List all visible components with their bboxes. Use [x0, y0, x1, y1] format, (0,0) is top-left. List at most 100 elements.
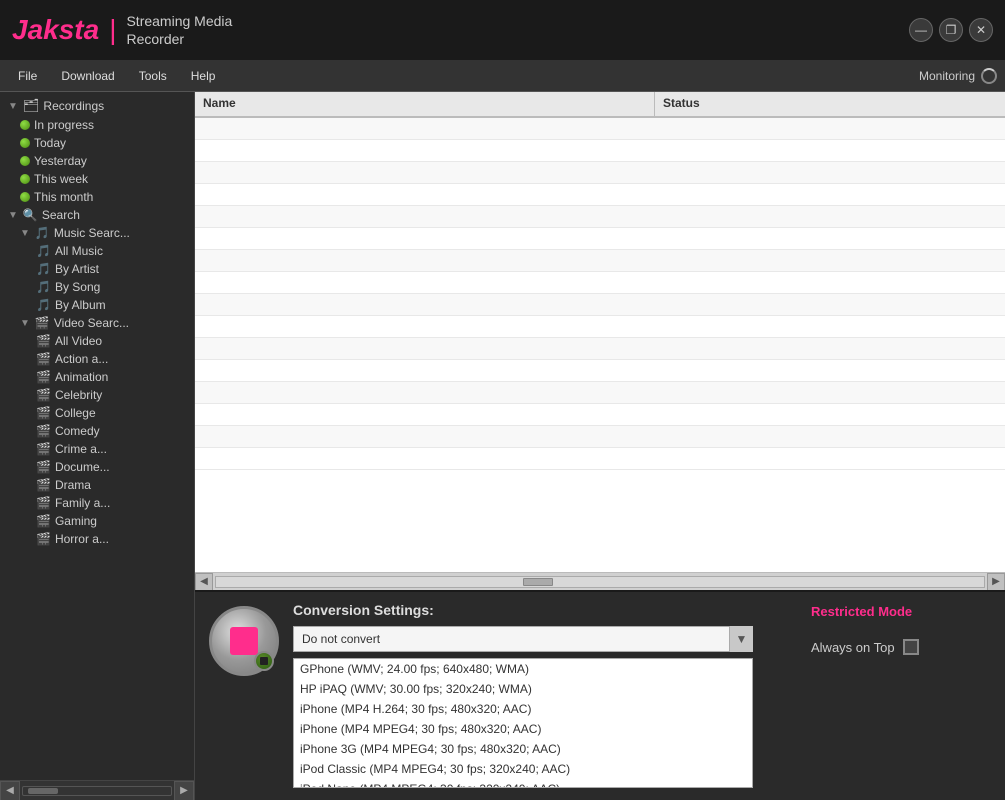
sidebar-item-music-search[interactable]: ▼ 🎵 Music Searc...	[0, 224, 194, 242]
expand-icon: ▼	[20, 228, 30, 239]
menu-download[interactable]: Download	[51, 65, 124, 87]
sidebar-item-all-music[interactable]: 🎵 All Music	[0, 242, 194, 260]
hscroll-track[interactable]	[215, 576, 985, 588]
video-icon: 🎬	[36, 424, 51, 438]
table-row	[195, 272, 1005, 294]
sidebar-item-action[interactable]: 🎬 Action a...	[0, 350, 194, 368]
table-header: Name Status	[195, 92, 1005, 118]
table-row	[195, 316, 1005, 338]
convert-select[interactable]: Do not convert	[293, 626, 753, 652]
sidebar-item-recordings[interactable]: ▼ 🗂 Recordings	[0, 96, 194, 116]
sidebar-item-animation[interactable]: 🎬 Animation	[0, 368, 194, 386]
table-row	[195, 162, 1005, 184]
video-icon: 🎬	[36, 334, 51, 348]
hscrollbar: ◀ ▶	[195, 572, 1005, 590]
table-row	[195, 404, 1005, 426]
menu-items: File Download Tools Help	[8, 65, 225, 87]
restricted-mode-label: Restricted Mode	[811, 604, 912, 619]
video-icon: 🎬	[36, 496, 51, 510]
table-row	[195, 448, 1005, 470]
main-content: ▼ 🗂 Recordings In progress Today Yesterd…	[0, 92, 1005, 800]
sidebar-item-documentary[interactable]: 🎬 Docume...	[0, 458, 194, 476]
sidebar-item-horror[interactable]: 🎬 Horror a...	[0, 530, 194, 548]
sidebar-item-comedy[interactable]: 🎬 Comedy	[0, 422, 194, 440]
recordings-folder-icon: 🗂	[23, 98, 40, 114]
table-row	[195, 140, 1005, 162]
record-icon	[230, 627, 258, 655]
sidebar-item-search[interactable]: ▼ 🔍 Search	[0, 206, 194, 224]
table-row	[195, 338, 1005, 360]
menu-help[interactable]: Help	[181, 65, 226, 87]
video-icon: 🎬	[36, 460, 51, 474]
table-row	[195, 118, 1005, 140]
sidebar-item-celebrity[interactable]: 🎬 Celebrity	[0, 386, 194, 404]
sidebar-hscroll-thumb	[28, 788, 58, 794]
sidebar-scroll-right[interactable]: ▶	[174, 781, 194, 800]
stop-icon	[260, 657, 268, 665]
sidebar-item-crime[interactable]: 🎬 Crime a...	[0, 440, 194, 458]
table-body	[195, 118, 1005, 572]
sidebar-item-by-album[interactable]: 🎵 By Album	[0, 296, 194, 314]
sidebar-item-yesterday[interactable]: Yesterday	[0, 152, 194, 170]
sidebar-item-drama[interactable]: 🎬 Drama	[0, 476, 194, 494]
sidebar-item-in-progress[interactable]: In progress	[0, 116, 194, 134]
sidebar-item-all-video[interactable]: 🎬 All Video	[0, 332, 194, 350]
sidebar-item-family[interactable]: 🎬 Family a...	[0, 494, 194, 512]
sidebar-item-by-artist[interactable]: 🎵 By Artist	[0, 260, 194, 278]
always-on-top-checkbox[interactable]	[903, 639, 919, 655]
sidebar-scroll-left[interactable]: ◀	[0, 781, 20, 800]
convert-option[interactable]: iPhone (MP4 H.264; 30 fps; 480x320; AAC)	[294, 699, 752, 719]
convert-options-list[interactable]: GPhone (WMV; 24.00 fps; 640x480; WMA) HP…	[293, 658, 753, 788]
hscroll-right-button[interactable]: ▶	[987, 573, 1005, 591]
video-icon: 🎬	[36, 352, 51, 366]
video-search-icon: 🎬	[35, 316, 50, 330]
sidebar-tree[interactable]: ▼ 🗂 Recordings In progress Today Yesterd…	[0, 92, 194, 780]
hscroll-thumb	[523, 578, 553, 586]
convert-option[interactable]: HP iPAQ (WMV; 30.00 fps; 320x240; WMA)	[294, 679, 752, 699]
window-controls: — ❐ ✕	[909, 18, 993, 42]
sidebar-item-today[interactable]: Today	[0, 134, 194, 152]
sidebar-item-gaming[interactable]: 🎬 Gaming	[0, 512, 194, 530]
video-icon: 🎬	[36, 370, 51, 384]
music-note-icon: 🎵	[36, 262, 51, 276]
menu-tools[interactable]: Tools	[129, 65, 177, 87]
sidebar-item-this-month[interactable]: This month	[0, 188, 194, 206]
col-status-header: Status	[655, 92, 708, 116]
menubar: File Download Tools Help Monitoring	[0, 60, 1005, 92]
convert-option[interactable]: iPhone 3G (MP4 MPEG4; 30 fps; 480x320; A…	[294, 739, 752, 759]
convert-option[interactable]: iPhone (MP4 MPEG4; 30 fps; 480x320; AAC)	[294, 719, 752, 739]
minimize-button[interactable]: —	[909, 18, 933, 42]
status-dot-icon	[20, 120, 30, 130]
hscroll-left-button[interactable]: ◀	[195, 573, 213, 591]
sidebar-item-college[interactable]: 🎬 College	[0, 404, 194, 422]
sidebar-item-by-song[interactable]: 🎵 By Song	[0, 278, 194, 296]
video-icon: 🎬	[36, 478, 51, 492]
bottom-panel: Conversion Settings: Do not convert ▼ GP…	[195, 590, 1005, 800]
table-row	[195, 360, 1005, 382]
always-on-top-control[interactable]: Always on Top	[811, 639, 919, 655]
convert-option[interactable]: GPhone (WMV; 24.00 fps; 640x480; WMA)	[294, 659, 752, 679]
table-row	[195, 250, 1005, 272]
table-row	[195, 294, 1005, 316]
sidebar-item-video-search[interactable]: ▼ 🎬 Video Searc...	[0, 314, 194, 332]
sidebar: ▼ 🗂 Recordings In progress Today Yesterd…	[0, 92, 195, 800]
app-name: Streaming Media Recorder	[126, 12, 232, 48]
convert-option[interactable]: iPod Classic (MP4 MPEG4; 30 fps; 320x240…	[294, 759, 752, 779]
logo-separator: |	[109, 14, 116, 46]
restore-button[interactable]: ❐	[939, 18, 963, 42]
close-button[interactable]: ✕	[969, 18, 993, 42]
record-button[interactable]	[209, 606, 279, 676]
menu-file[interactable]: File	[8, 65, 47, 87]
titlebar: Jaksta | Streaming Media Recorder — ❐ ✕	[0, 0, 1005, 60]
convert-option[interactable]: iPod Nano (MP4 MPEG4; 30 fps; 320x240; A…	[294, 779, 752, 788]
sidebar-hscrollbar[interactable]	[22, 786, 172, 796]
sidebar-item-this-week[interactable]: This week	[0, 170, 194, 188]
search-folder-icon: 🔍	[23, 208, 38, 222]
music-note-icon: 🎵	[36, 298, 51, 312]
convert-select-wrapper[interactable]: Do not convert ▼	[293, 626, 753, 652]
video-icon: 🎬	[36, 532, 51, 546]
expand-icon: ▼	[20, 318, 30, 329]
right-settings: Restricted Mode Always on Top	[811, 602, 991, 790]
right-panel: Name Status	[195, 92, 1005, 800]
video-icon: 🎬	[36, 514, 51, 528]
